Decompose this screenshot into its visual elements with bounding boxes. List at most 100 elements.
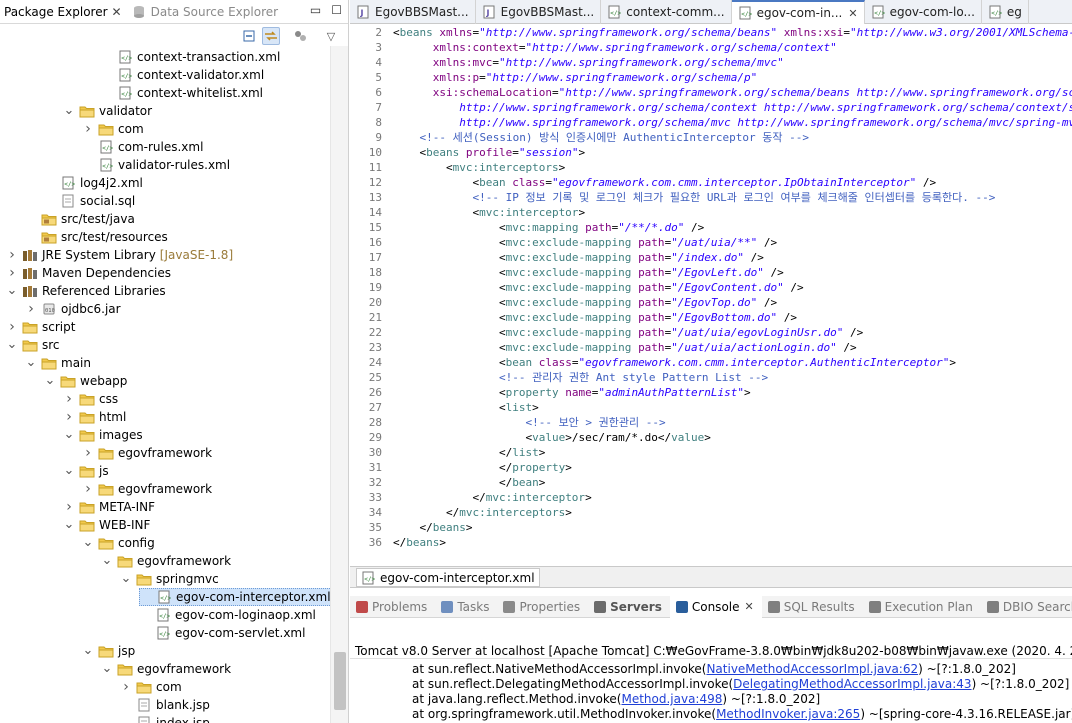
chevron-right-icon[interactable]: ›: [63, 499, 75, 515]
tree-item[interactable]: › com: [82, 120, 143, 138]
tree-item[interactable]: › Maven Dependencies: [6, 264, 171, 282]
view-tab[interactable]: DBIO Search: [981, 596, 1072, 618]
view-tab[interactable]: Servers: [588, 596, 670, 618]
chevron-right-icon[interactable]: ›: [25, 301, 37, 317]
tree-item[interactable]: ⌄ Referenced Libraries: [6, 282, 166, 300]
tree-item[interactable]: social.sql: [44, 192, 135, 210]
chevron-right-icon[interactable]: ›: [63, 391, 75, 407]
chevron-down-icon[interactable]: ⌄: [101, 662, 113, 675]
close-icon[interactable]: ✕: [745, 600, 754, 613]
chevron-down-icon[interactable]: ⌄: [101, 554, 113, 567]
tree-item[interactable]: </> egov-com-servlet.xml: [139, 624, 305, 642]
tree-item[interactable]: ⌄ WEB-INF: [63, 516, 151, 534]
editor-tab[interactable]: J EgovBBSMast...: [350, 0, 476, 24]
tree-item[interactable]: src/test/java: [25, 210, 135, 228]
view-menu-chevron-down-icon[interactable]: ▽: [322, 27, 340, 45]
console-source-link[interactable]: DelegatingMethodAccessorImpl.java:43: [733, 677, 971, 691]
chevron-right-icon[interactable]: ›: [82, 445, 94, 461]
chevron-down-icon[interactable]: ⌄: [63, 104, 75, 117]
tree-item[interactable]: ⌄ springmvc: [120, 570, 219, 588]
tree-item[interactable]: ⌄ src: [6, 336, 60, 354]
console-view[interactable]: Tomcat v8.0 Server at localhost [Apache …: [350, 618, 1072, 723]
console-source-link[interactable]: Method.java:498: [621, 692, 722, 706]
chevron-right-icon[interactable]: ›: [120, 679, 132, 695]
tree-item[interactable]: › script: [6, 318, 75, 336]
view-tab[interactable]: SQL Results: [762, 596, 863, 618]
tab-package-explorer[interactable]: Package Explorer ✕: [0, 0, 128, 23]
chevron-right-icon[interactable]: ›: [6, 247, 18, 263]
code-token: property: [512, 461, 566, 474]
tree-item[interactable]: src/test/resources: [25, 228, 168, 246]
tree-item[interactable]: blank.jsp: [120, 696, 210, 714]
filter-icon[interactable]: [292, 27, 310, 45]
editor-tab[interactable]: J EgovBBSMast...: [476, 0, 602, 24]
tree-item[interactable]: ⌄ js: [63, 462, 109, 480]
chevron-down-icon[interactable]: ⌄: [120, 572, 132, 585]
editor-tab[interactable]: </> egov-com-in... ✕: [731, 0, 865, 24]
chevron-right-icon[interactable]: ›: [6, 319, 18, 335]
minimize-icon[interactable]: ▭: [310, 3, 321, 17]
tree-item[interactable]: </> context-whitelist.xml: [101, 84, 263, 102]
tree-item[interactable]: › html: [63, 408, 126, 426]
close-icon[interactable]: ✕: [112, 5, 122, 19]
tree-item[interactable]: › egovframework: [82, 480, 212, 498]
tree-item[interactable]: ⌄ egovframework: [101, 552, 232, 570]
tree-item[interactable]: ⌄ main: [25, 354, 91, 372]
tree-item[interactable]: › egovframework: [82, 444, 212, 462]
tree-item[interactable]: </> validator-rules.xml: [82, 156, 230, 174]
tree-item[interactable]: › com: [120, 678, 181, 696]
chevron-right-icon[interactable]: ›: [63, 409, 75, 425]
link-with-editor-icon[interactable]: [262, 27, 280, 45]
view-tab[interactable]: Execution Plan: [863, 596, 981, 618]
editor-tab[interactable]: </> eg: [982, 0, 1029, 24]
view-tab[interactable]: Properties: [497, 596, 588, 618]
chevron-down-icon[interactable]: ⌄: [63, 518, 75, 531]
tree-item-label: social.sql: [80, 194, 136, 208]
tree-item[interactable]: ⌄ validator: [63, 102, 153, 120]
tree-item[interactable]: </> com-rules.xml: [82, 138, 203, 156]
tree-item[interactable]: › 010 ojdbc6.jar: [25, 300, 120, 318]
tree-item[interactable]: › JRE System Library [JavaSE-1.8]: [6, 246, 233, 264]
chevron-down-icon[interactable]: ⌄: [6, 338, 18, 351]
scrollbar-thumb[interactable]: [334, 652, 346, 710]
chevron-down-icon[interactable]: ⌄: [82, 536, 94, 549]
editor-tab[interactable]: </> egov-com-lo...: [865, 0, 982, 24]
maximize-icon[interactable]: ☐: [331, 3, 342, 17]
tree-item[interactable]: ⌄ egovframework: [101, 660, 232, 678]
chevron-down-icon[interactable]: ⌄: [63, 428, 75, 441]
tree-item[interactable]: ⌄ jsp: [82, 642, 136, 660]
editor-tab[interactable]: </> context-comm...: [601, 0, 732, 24]
view-tab[interactable]: Problems: [350, 596, 435, 618]
tree-item[interactable]: index.jsp: [120, 714, 210, 723]
tree-item[interactable]: ⌄ config: [82, 534, 155, 552]
close-icon[interactable]: ✕: [848, 7, 857, 20]
chevron-down-icon[interactable]: ⌄: [6, 284, 18, 297]
view-tab[interactable]: Console ✕: [669, 595, 762, 618]
console-source-link[interactable]: NativeMethodAccessorImpl.java:62: [706, 662, 918, 676]
tree-item[interactable]: </> log4j2.xml: [44, 174, 143, 192]
xml-source-editor[interactable]: 2 <beans xmlns="http://www.springframewor…: [350, 24, 1072, 566]
tree-item[interactable]: </> context-transaction.xml: [101, 48, 280, 66]
tree-item[interactable]: </> egov-com-interceptor.xml: [139, 588, 330, 606]
chevron-down-icon[interactable]: ⌄: [44, 374, 56, 387]
chevron-right-icon[interactable]: ›: [82, 121, 94, 137]
chevron-right-icon[interactable]: ›: [6, 265, 18, 281]
chevron-down-icon[interactable]: ⌄: [82, 644, 94, 657]
tree-item[interactable]: </> context-validator.xml: [101, 66, 264, 84]
source-page-tab[interactable]: </> egov-com-interceptor.xml: [356, 568, 540, 587]
console-source-link[interactable]: MethodInvoker.java:265: [716, 707, 860, 721]
chevron-down-icon[interactable]: ⌄: [25, 356, 37, 369]
tree-item[interactable]: ⌄ images: [63, 426, 143, 444]
code-line: 10 <beans profile="session">: [350, 145, 1072, 160]
collapse-all-icon[interactable]: [240, 27, 258, 45]
view-tab[interactable]: Tasks: [435, 596, 497, 618]
chevron-down-icon[interactable]: ⌄: [63, 464, 75, 477]
tree-item[interactable]: </> egov-com-loginaop.xml: [139, 606, 316, 624]
tree-item[interactable]: › META-INF: [63, 498, 155, 516]
chevron-right-icon[interactable]: ›: [82, 481, 94, 497]
tab-data-source-explorer[interactable]: Data Source Explorer: [128, 0, 284, 23]
console-icon: [675, 600, 688, 613]
tree-scrollbar[interactable]: [330, 46, 348, 723]
tree-item[interactable]: › css: [63, 390, 118, 408]
tree-item[interactable]: ⌄ webapp: [44, 372, 128, 390]
